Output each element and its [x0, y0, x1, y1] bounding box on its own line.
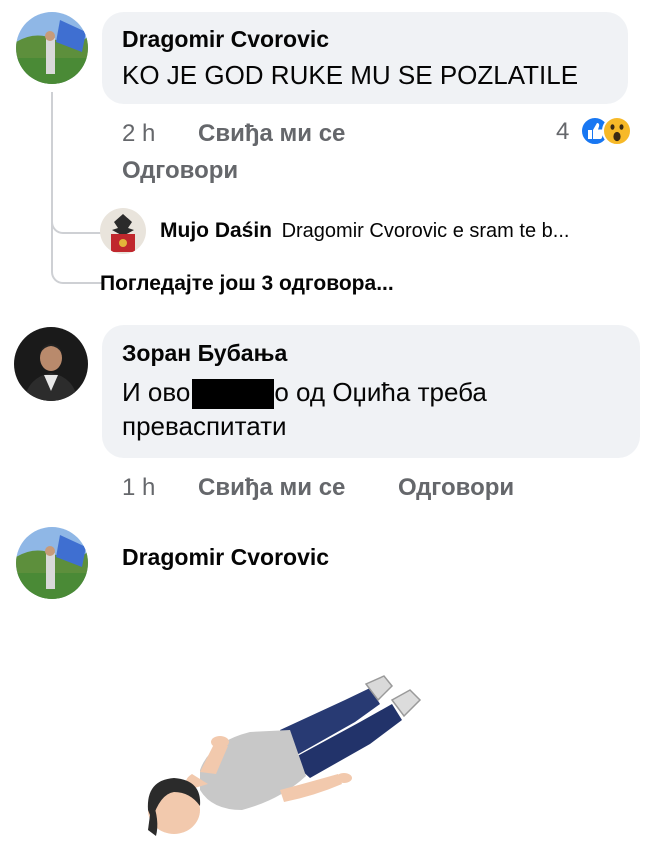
like-button[interactable]: Свиђа ми се [198, 474, 345, 502]
comment-text: И ово о од Оџића треба преваспитати [122, 375, 622, 443]
avatar-zoran[interactable] [14, 327, 88, 401]
avatar-photo-icon [100, 208, 146, 254]
comment-author[interactable]: Dragomir Cvorovic [122, 26, 329, 53]
reply-button[interactable]: Одговори [398, 474, 514, 502]
avatar-dragomir[interactable] [16, 527, 88, 599]
reply-preview[interactable]: Mujo Daśin Dragomir Cvorovic e sram te b… [160, 219, 569, 243]
reaction-count: 4 [556, 118, 570, 145]
wow-icon [602, 116, 632, 146]
comment-text-end: о од Оџића треба [274, 377, 487, 407]
comment-author[interactable]: Dragomir Cvorovic [122, 544, 329, 571]
reply-button[interactable]: Одговори [122, 157, 238, 185]
reply-author: Mujo Daśin [160, 219, 273, 242]
view-more-replies-link[interactable]: Погледајте још 3 одговора... [100, 272, 394, 296]
avatar-photo-icon [16, 12, 88, 84]
comment-timestamp[interactable]: 1 h [122, 474, 155, 502]
comment-text-line2: преваспитати [122, 411, 287, 442]
comment-text-start: И ово [122, 377, 191, 407]
like-label: Свиђа ми се [198, 474, 346, 501]
avatar-photo-icon [16, 527, 88, 599]
reaction-summary[interactable]: 4 [556, 114, 646, 148]
like-label: Свиђа ми се [198, 120, 346, 147]
comment-timestamp[interactable]: 2 h [122, 120, 155, 148]
sticker-image [130, 660, 440, 850]
avatar-mujo[interactable] [100, 208, 146, 254]
avatar-dragomir[interactable] [16, 12, 88, 84]
thread-branch [51, 92, 101, 234]
redaction-bar [192, 379, 275, 410]
comment-author[interactable]: Зоран Бубања [122, 340, 287, 367]
reply-snippet: Dragomir Cvorovic e sram te b... [281, 220, 570, 242]
reply-label: Одговори [122, 157, 239, 184]
avatar-photo-icon [14, 327, 88, 401]
comment-text: KO JE GOD RUKE MU SE POZLATILE [122, 60, 579, 90]
like-button[interactable]: Свиђа ми се [198, 120, 345, 148]
reply-label: Одговори [398, 474, 515, 501]
lying-person-sticker-icon [147, 675, 422, 836]
